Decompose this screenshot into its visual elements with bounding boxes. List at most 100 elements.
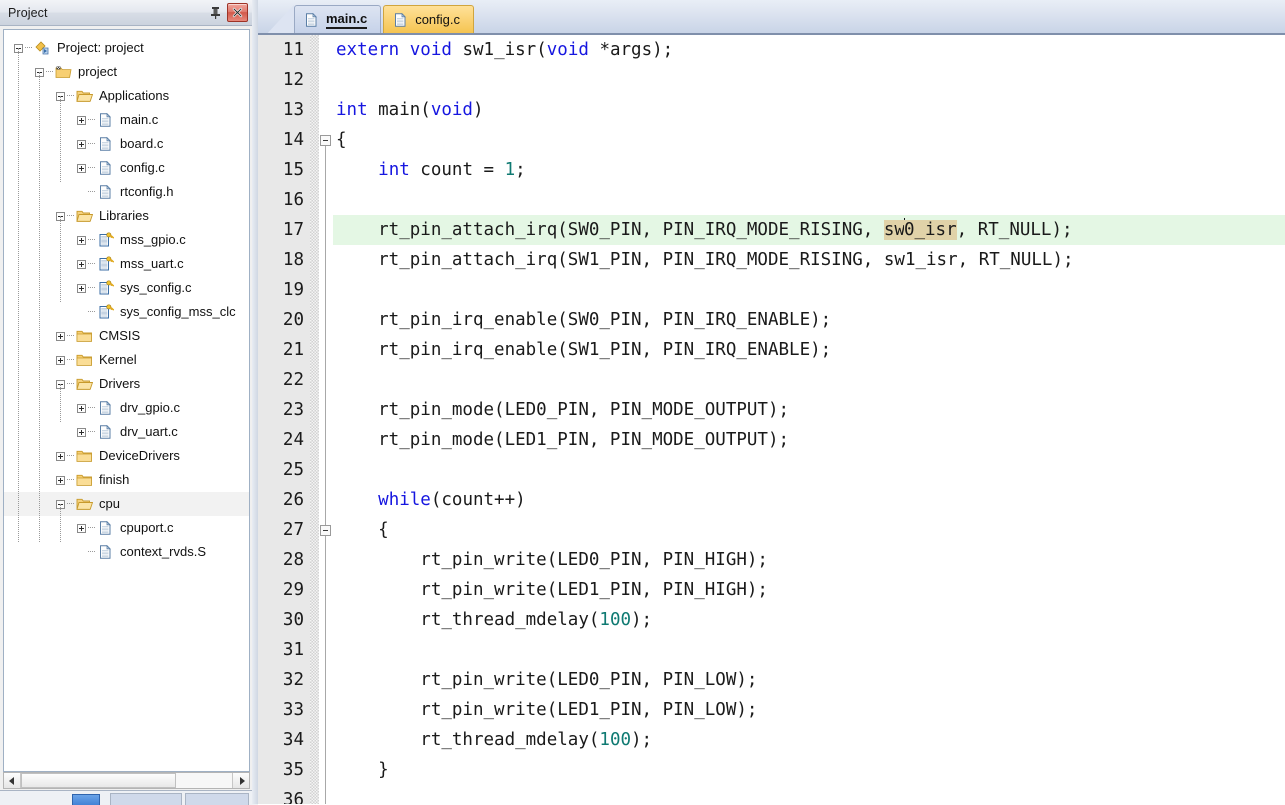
- expand-icon[interactable]: [77, 284, 86, 293]
- tree-item-label: Drivers: [99, 377, 140, 391]
- editor-tab-main-c[interactable]: main.c: [294, 5, 381, 33]
- code-line[interactable]: 23 rt_pin_mode(LED0_PIN, PIN_MODE_OUTPUT…: [258, 395, 1285, 425]
- code-line[interactable]: 28 rt_pin_write(LED0_PIN, PIN_HIGH);: [258, 545, 1285, 575]
- code-text: rt_pin_write(LED1_PIN, PIN_HIGH);: [336, 575, 768, 605]
- line-number: 12: [258, 65, 304, 95]
- folder-closed-icon: [76, 472, 93, 488]
- code-token: {: [336, 520, 389, 540]
- tree-item-context-rvds-s[interactable]: context_rvds.S: [4, 540, 249, 564]
- expand-icon[interactable]: [77, 140, 86, 149]
- bottom-panel-tab[interactable]: [110, 793, 182, 805]
- code-line[interactable]: 18 rt_pin_attach_irq(SW1_PIN, PIN_IRQ_MO…: [258, 245, 1285, 275]
- scroll-left-arrow-icon[interactable]: [4, 773, 21, 788]
- pin-icon[interactable]: [206, 4, 224, 22]
- code-line[interactable]: 12: [258, 65, 1285, 95]
- folder-open-icon: [76, 208, 93, 224]
- c-file-icon: [97, 160, 114, 176]
- code-line[interactable]: 26 while(count++): [258, 485, 1285, 515]
- line-number: 25: [258, 455, 304, 485]
- expand-icon[interactable]: [56, 356, 65, 365]
- code-line[interactable]: 32 rt_pin_write(LED0_PIN, PIN_LOW);: [258, 665, 1285, 695]
- line-number: 23: [258, 395, 304, 425]
- project-folder-icon: [55, 64, 72, 80]
- code-token: rt_pin_mode(LED0_PIN, PIN_MODE_OUTPUT);: [336, 400, 789, 420]
- expand-icon[interactable]: [77, 164, 86, 173]
- project-tree-container[interactable]: Project: projectprojectApplicationsmain.…: [3, 29, 250, 772]
- line-number: 15: [258, 155, 304, 185]
- code-line[interactable]: 25: [258, 455, 1285, 485]
- code-line[interactable]: 27 {: [258, 515, 1285, 545]
- code-line[interactable]: 35 }: [258, 755, 1285, 785]
- code-line[interactable]: 30 rt_thread_mdelay(100);: [258, 605, 1285, 635]
- bottom-panel-tab[interactable]: [185, 793, 249, 805]
- code-token: rt_pin_mode(LED1_PIN, PIN_MODE_OUTPUT);: [336, 430, 789, 450]
- scrollbar-track[interactable]: [21, 773, 232, 788]
- c-file-icon: [97, 520, 114, 536]
- expand-icon[interactable]: [77, 116, 86, 125]
- chevron-right-icon: [238, 777, 245, 785]
- expand-icon[interactable]: [77, 524, 86, 533]
- chevron-left-icon: [9, 777, 16, 785]
- line-number: 26: [258, 485, 304, 515]
- code-line[interactable]: 17 rt_pin_attach_irq(SW0_PIN, PIN_IRQ_MO…: [258, 215, 1285, 245]
- tree-item-project-project[interactable]: Project: project: [4, 36, 249, 60]
- folder-closed-icon: [76, 472, 93, 488]
- code-token: sw1_isr(: [452, 40, 547, 60]
- code-token: rt_thread_mdelay(: [336, 610, 599, 630]
- folder-open-icon: [76, 496, 93, 512]
- code-line[interactable]: 33 rt_pin_write(LED1_PIN, PIN_LOW);: [258, 695, 1285, 725]
- project-tree[interactable]: Project: projectprojectApplicationsmain.…: [4, 30, 249, 771]
- tree-connector: [88, 527, 95, 529]
- code-token: }: [336, 760, 389, 780]
- project-horizontal-scrollbar[interactable]: [3, 772, 250, 789]
- tree-connector: [67, 215, 74, 217]
- expand-icon[interactable]: [77, 236, 86, 245]
- code-line[interactable]: 21 rt_pin_irq_enable(SW1_PIN, PIN_IRQ_EN…: [258, 335, 1285, 365]
- key-file-icon: [97, 304, 114, 320]
- code-line[interactable]: 31: [258, 635, 1285, 665]
- folder-open-icon: [76, 376, 93, 392]
- tree-connector: [88, 431, 95, 433]
- code-line[interactable]: 15 int count = 1;: [258, 155, 1285, 185]
- expand-icon[interactable]: [77, 428, 86, 437]
- close-icon[interactable]: [227, 3, 248, 22]
- code-line[interactable]: 22: [258, 365, 1285, 395]
- c-file-icon: [97, 112, 114, 128]
- code-text: rt_pin_write(LED0_PIN, PIN_LOW);: [336, 665, 757, 695]
- code-line[interactable]: 20 rt_pin_irq_enable(SW0_PIN, PIN_IRQ_EN…: [258, 305, 1285, 335]
- code-line[interactable]: 19: [258, 275, 1285, 305]
- keyword-token: while: [378, 490, 431, 510]
- line-number: 30: [258, 605, 304, 635]
- code-token: rt_pin_irq_enable(SW0_PIN, PIN_IRQ_ENABL…: [336, 310, 831, 330]
- tree-connector: [46, 71, 53, 73]
- tree-guide-line: [60, 216, 62, 302]
- expand-icon[interactable]: [56, 332, 65, 341]
- code-content[interactable]: 11extern void sw1_isr(void *args);1213in…: [258, 35, 1285, 804]
- code-token: count =: [410, 160, 505, 180]
- folder-closed-icon: [76, 352, 93, 368]
- code-line[interactable]: 14{: [258, 125, 1285, 155]
- scrollbar-thumb[interactable]: [21, 773, 176, 788]
- c-file-icon: [392, 12, 409, 28]
- code-line[interactable]: 11extern void sw1_isr(void *args);: [258, 35, 1285, 65]
- folder-open-icon: [76, 496, 93, 512]
- bottom-panel-button[interactable]: [72, 794, 100, 805]
- code-line[interactable]: 36: [258, 785, 1285, 804]
- expand-icon[interactable]: [77, 404, 86, 413]
- expand-icon[interactable]: [56, 476, 65, 485]
- editor-tab-config-c[interactable]: config.c: [383, 5, 474, 33]
- tree-guide-line: [60, 96, 62, 182]
- expand-icon[interactable]: [77, 260, 86, 269]
- code-line[interactable]: 13int main(void): [258, 95, 1285, 125]
- folder-closed-icon: [76, 328, 93, 344]
- bottom-panel-sliver: [0, 790, 258, 805]
- tree-connector: [88, 143, 95, 145]
- scroll-right-arrow-icon[interactable]: [232, 773, 249, 788]
- expand-icon[interactable]: [56, 452, 65, 461]
- code-line[interactable]: 24 rt_pin_mode(LED1_PIN, PIN_MODE_OUTPUT…: [258, 425, 1285, 455]
- tree-item-label: cpu: [99, 497, 120, 511]
- code-line[interactable]: 34 rt_thread_mdelay(100);: [258, 725, 1285, 755]
- code-line[interactable]: 16: [258, 185, 1285, 215]
- code-editor[interactable]: 11extern void sw1_isr(void *args);1213in…: [258, 33, 1285, 804]
- code-line[interactable]: 29 rt_pin_write(LED1_PIN, PIN_HIGH);: [258, 575, 1285, 605]
